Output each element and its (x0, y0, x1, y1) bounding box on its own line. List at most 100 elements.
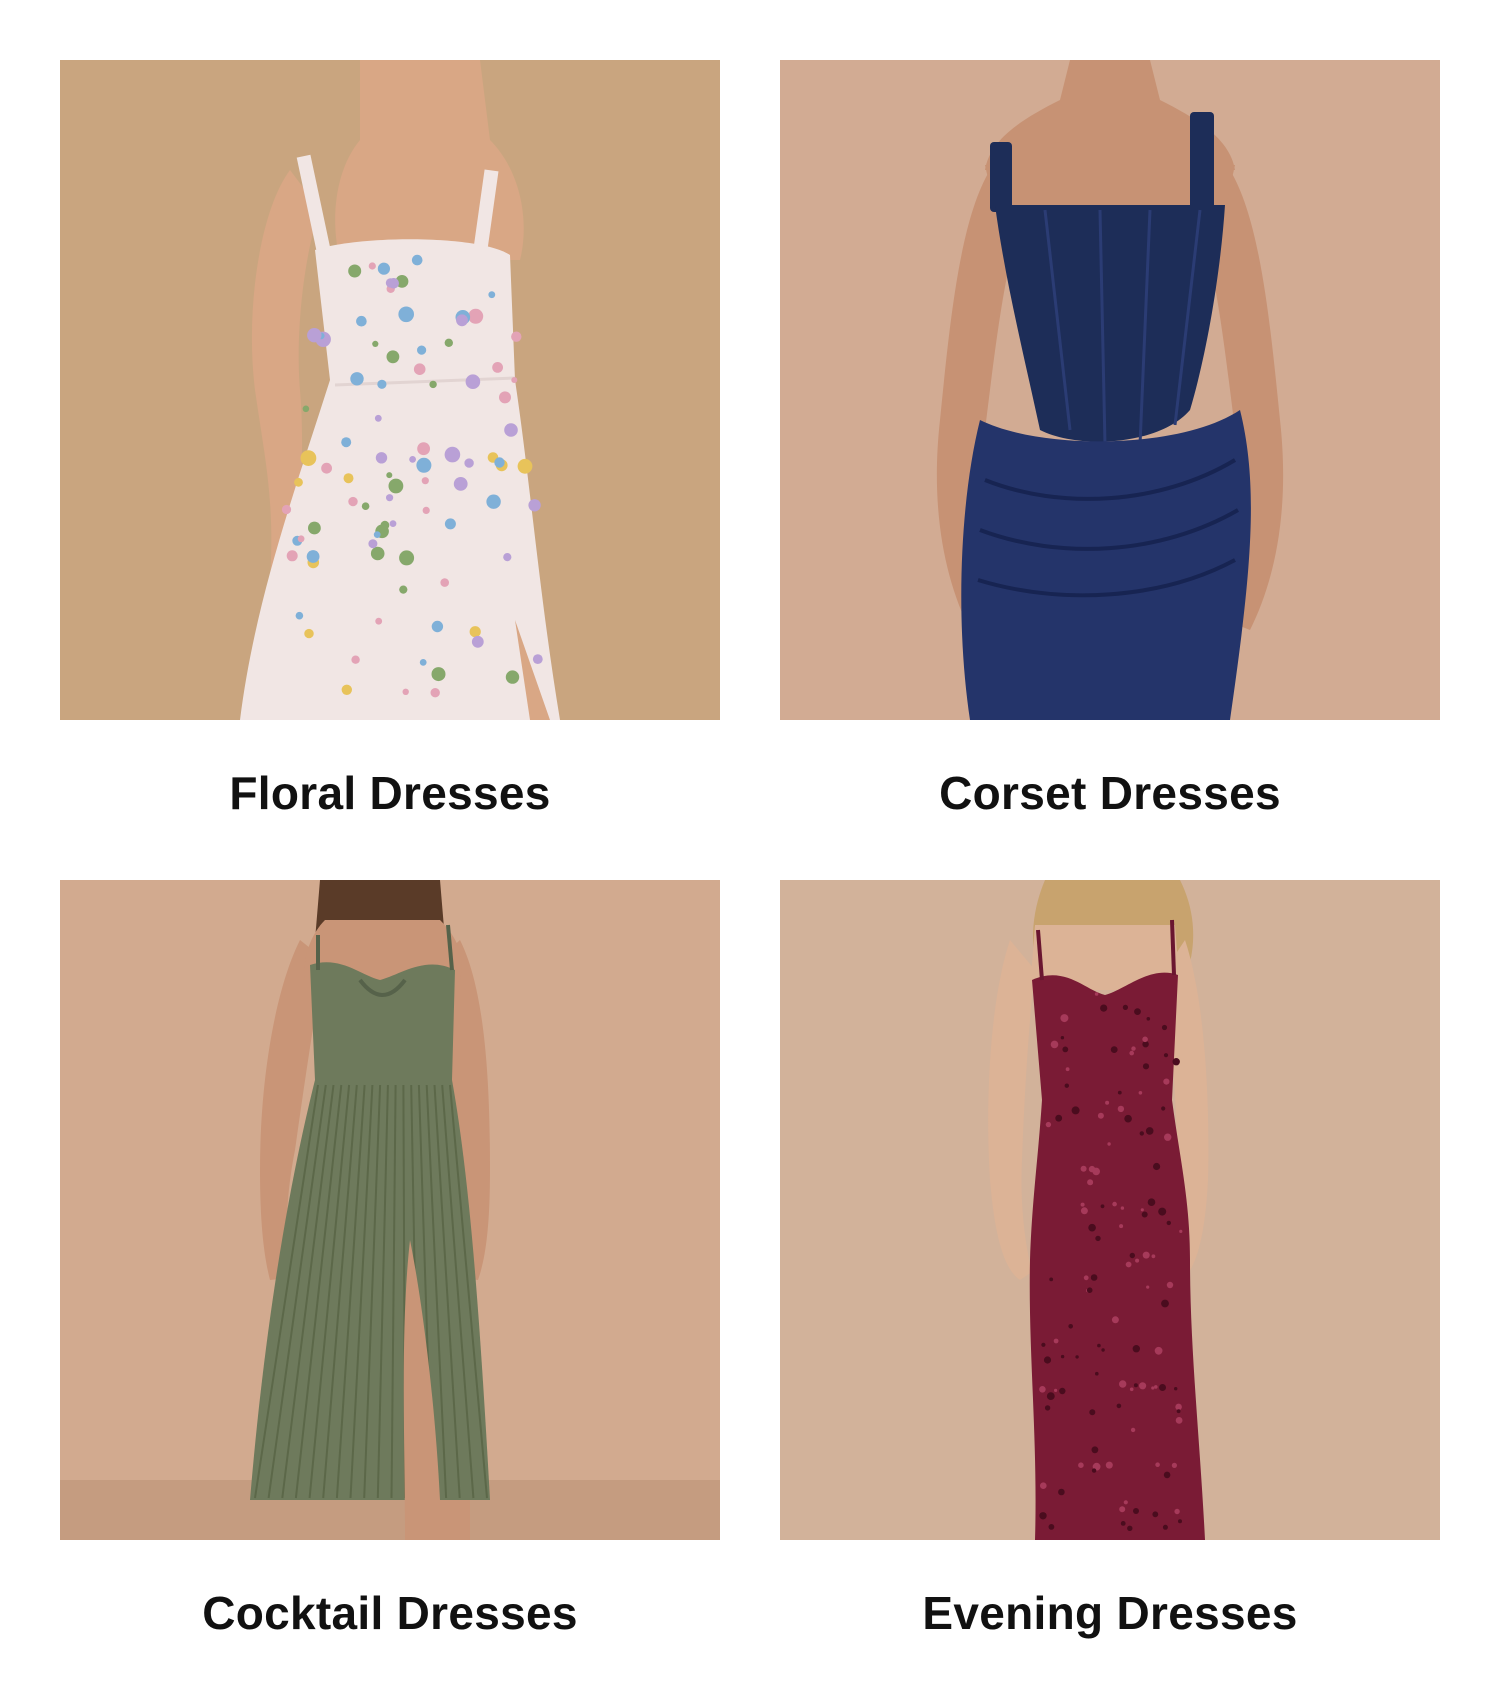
sequin (1107, 1142, 1111, 1146)
sequin (1110, 1046, 1118, 1053)
sequin (1139, 1131, 1144, 1136)
sequin (1117, 1090, 1122, 1095)
sequin (1172, 1058, 1180, 1066)
category-card-cocktail[interactable]: Cocktail Dresses (60, 880, 720, 1700)
sequin (1161, 1024, 1168, 1031)
floral-motif (286, 550, 298, 562)
sequin (1045, 1121, 1052, 1128)
floral-motif (511, 331, 522, 342)
sequin (1065, 1067, 1070, 1072)
category-label-evening[interactable]: Evening Dresses (780, 1540, 1440, 1700)
sequin (1122, 1004, 1128, 1010)
floral-motif (388, 478, 404, 494)
floral-motif (306, 550, 320, 563)
floral-motif (440, 578, 450, 587)
sequin (1095, 1235, 1101, 1242)
category-image-floral[interactable] (60, 60, 720, 720)
floral-motif (456, 314, 468, 327)
floral-motif (399, 585, 408, 594)
category-label-floral[interactable]: Floral Dresses (60, 720, 720, 880)
sequin (1145, 1127, 1154, 1135)
sequin-skirt (961, 410, 1251, 720)
sequin (1138, 1091, 1143, 1095)
floral-motif (348, 264, 362, 278)
sequin (1146, 1285, 1150, 1289)
floral-motif (471, 635, 484, 648)
floral-motif (386, 494, 394, 502)
floral-motif (372, 340, 379, 347)
floral-motif (361, 502, 370, 511)
sequin (1101, 1348, 1105, 1352)
sequin (1071, 1106, 1080, 1115)
sequin (1088, 1165, 1096, 1173)
floral-motif (398, 306, 415, 323)
floral-motif (377, 379, 387, 389)
floral-motif (504, 423, 518, 437)
sequin (1154, 1346, 1163, 1355)
category-card-floral[interactable]: Floral Dresses (60, 60, 720, 880)
sequin (1078, 1462, 1084, 1468)
sequin (1135, 1258, 1140, 1263)
category-label-cocktail[interactable]: Cocktail Dresses (60, 1540, 720, 1700)
sequin (1120, 1206, 1125, 1210)
sequin (1124, 1114, 1132, 1123)
sequin (1058, 1488, 1065, 1496)
floral-motif (444, 446, 461, 463)
floral-motif (499, 391, 511, 404)
sequin (1091, 1468, 1097, 1473)
floral-motif (417, 345, 427, 355)
sequin (1153, 1162, 1161, 1171)
floral-motif (411, 254, 423, 266)
sequin (1046, 1392, 1055, 1400)
sequin (1094, 992, 1099, 996)
sequin (1130, 1427, 1136, 1433)
category-image-cocktail[interactable] (60, 880, 720, 1540)
floral-motif (430, 688, 440, 698)
category-card-evening[interactable]: Evening Dresses (780, 880, 1440, 1700)
floral-motif (409, 456, 416, 463)
sequin (1088, 1223, 1096, 1232)
floral-motif (402, 688, 409, 695)
sequin (1112, 1201, 1117, 1207)
sequin (1097, 1343, 1101, 1348)
sequin (1044, 1405, 1051, 1411)
floral-motif (517, 458, 533, 474)
category-image-evening[interactable] (780, 880, 1440, 1540)
floral-motif (511, 377, 518, 383)
floral-motif (341, 437, 352, 448)
floral-motif (377, 262, 390, 275)
floral-motif (444, 338, 453, 347)
floral-motif (492, 362, 503, 373)
sequin (1119, 1380, 1127, 1388)
category-image-corset[interactable] (780, 60, 1440, 720)
floral-motif (431, 667, 446, 682)
sequin (1174, 1508, 1180, 1515)
floral-motif (464, 458, 474, 468)
sequin (1142, 1063, 1150, 1070)
sequin (1125, 1261, 1132, 1268)
sequin (1159, 1384, 1166, 1391)
sequin (1129, 1252, 1135, 1259)
floral-motif (356, 315, 367, 327)
sequin (1080, 1207, 1088, 1215)
sequin (1068, 1324, 1073, 1329)
floral-motif (386, 350, 400, 364)
sequin (1133, 1508, 1139, 1514)
floral-motif (488, 291, 496, 299)
sequin (1175, 1403, 1182, 1411)
category-label-corset[interactable]: Corset Dresses (780, 720, 1440, 880)
bodice (310, 962, 455, 1080)
floral-motif (528, 499, 541, 512)
floral-motif (368, 539, 378, 549)
floral-dress-photo (60, 60, 720, 720)
sequin (1131, 1046, 1136, 1051)
sequin (1064, 1083, 1069, 1088)
sequin (1119, 1506, 1126, 1513)
sequin (1083, 1275, 1089, 1281)
floral-motif (386, 472, 393, 479)
floral-motif (465, 374, 481, 390)
category-card-corset[interactable]: Corset Dresses (780, 60, 1440, 880)
sequin (1087, 1179, 1094, 1186)
floral-motif (374, 414, 382, 422)
sequin (1091, 1446, 1099, 1454)
